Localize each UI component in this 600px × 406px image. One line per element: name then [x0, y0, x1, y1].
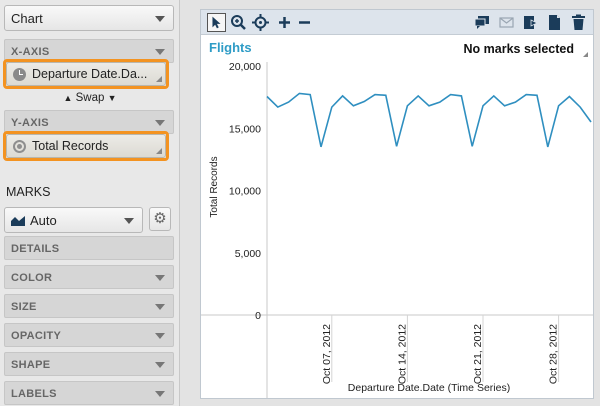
- y-axis-title: Total Records: [209, 156, 220, 217]
- chart-type-dropdown[interactable]: Chart: [4, 5, 174, 31]
- data-point[interactable]: [590, 121, 592, 123]
- size-section[interactable]: SIZE: [4, 294, 174, 318]
- data-point[interactable]: [525, 94, 527, 96]
- resize-handle-icon: [583, 52, 588, 57]
- x-axis-highlight: [3, 59, 169, 89]
- size-label: SIZE: [11, 301, 37, 313]
- x-axis-label: X-AXIS: [11, 46, 50, 58]
- data-point[interactable]: [352, 105, 354, 107]
- marks-heading: MARKS: [6, 185, 51, 199]
- y-tick-label: 10,000: [229, 186, 261, 198]
- x-axis-title: Departure Date.Date (Time Series): [348, 382, 510, 394]
- data-point[interactable]: [504, 105, 506, 107]
- left-panel: Chart X-AXIS Departure Date.Da... ▲ Swap…: [0, 0, 180, 406]
- y-axis-highlight: [3, 131, 169, 161]
- area-chart-icon: [11, 216, 25, 226]
- data-point[interactable]: [558, 105, 560, 107]
- zoom-icon[interactable]: [229, 13, 248, 32]
- swap-button[interactable]: ▲ Swap ▼: [0, 92, 180, 104]
- chart-panel: Flights No marks selected 20,000 15,000 10…: [200, 9, 594, 399]
- line-chart[interactable]: 20,00015,00010,0005,0000 Oct 07, 2012 Oct…: [201, 62, 593, 398]
- data-point[interactable]: [482, 105, 484, 107]
- y-axis-label: Y-AXIS: [11, 117, 49, 129]
- data-point[interactable]: [439, 101, 441, 103]
- chevron-down-icon: [155, 49, 165, 55]
- data-point[interactable]: [460, 95, 462, 97]
- trash-icon[interactable]: [569, 13, 588, 32]
- x-tick-label: Oct 28, 2012: [548, 324, 560, 384]
- x-tick-label: Oct 14, 2012: [396, 324, 408, 384]
- data-point[interactable]: [320, 146, 322, 148]
- opacity-section[interactable]: OPACITY: [4, 323, 174, 347]
- details-label: DETAILS: [11, 243, 60, 255]
- gear-icon[interactable]: ⚙: [149, 207, 171, 231]
- y-tick-label: 15,000: [229, 123, 261, 135]
- data-point[interactable]: [547, 146, 549, 148]
- y-tick-label: 0: [255, 310, 261, 322]
- chevron-down-icon: [155, 275, 165, 281]
- data-point[interactable]: [428, 105, 430, 107]
- chevron-down-icon: [155, 391, 165, 397]
- color-section[interactable]: COLOR: [4, 265, 174, 289]
- chevron-down-icon: [124, 218, 134, 224]
- x-axis-ticks: Oct 07, 2012 Oct 14, 2012 Oct 21, 2012 Oct …: [321, 315, 560, 384]
- x-tick-label: Oct 21, 2012: [472, 324, 484, 384]
- data-point[interactable]: [277, 106, 279, 108]
- data-point[interactable]: [363, 100, 365, 102]
- marks-type-dropdown[interactable]: Auto: [4, 207, 143, 233]
- data-point[interactable]: [514, 101, 516, 103]
- details-section[interactable]: DETAILS: [4, 236, 174, 260]
- select-arrow-icon[interactable]: [207, 13, 226, 32]
- data-point[interactable]: [417, 95, 419, 97]
- data-point[interactable]: [536, 94, 538, 96]
- plus-icon[interactable]: [275, 13, 294, 32]
- data-point[interactable]: [450, 94, 452, 96]
- export-icon[interactable]: [521, 13, 540, 32]
- chevron-down-icon: [155, 333, 165, 339]
- data-point[interactable]: [471, 145, 473, 147]
- minus-icon[interactable]: [295, 13, 314, 32]
- data-point[interactable]: [406, 105, 408, 107]
- data-point[interactable]: [385, 94, 387, 96]
- marks-status: No marks selected: [463, 42, 574, 56]
- data-point[interactable]: [288, 101, 290, 103]
- chevron-down-icon: [155, 362, 165, 368]
- pan-icon[interactable]: [251, 13, 270, 32]
- chart-title: Flights: [209, 40, 252, 55]
- data-point[interactable]: [266, 96, 268, 98]
- shape-label: SHAPE: [11, 359, 51, 371]
- data-point[interactable]: [396, 145, 398, 147]
- data-point[interactable]: [298, 92, 300, 94]
- labels-label: LABELS: [11, 388, 57, 400]
- y-tick-label: 20,000: [229, 62, 261, 73]
- data-point[interactable]: [342, 95, 344, 97]
- labels-section[interactable]: LABELS: [4, 381, 174, 405]
- data-point[interactable]: [374, 94, 376, 96]
- chevron-down-icon: [155, 304, 165, 310]
- marks-type-value: Auto: [30, 213, 57, 228]
- chart-toolbar: [201, 10, 593, 35]
- opacity-label: OPACITY: [11, 330, 62, 342]
- color-label: COLOR: [11, 272, 53, 284]
- data-point[interactable]: [331, 106, 333, 108]
- mail-icon[interactable]: [497, 13, 516, 32]
- chevron-down-icon: [155, 16, 165, 22]
- chevron-down-icon: ▼: [107, 93, 117, 103]
- comment-icon[interactable]: [473, 13, 492, 32]
- data-point[interactable]: [309, 94, 311, 96]
- document-icon[interactable]: [545, 13, 564, 32]
- x-tick-label: Oct 07, 2012: [321, 324, 333, 384]
- y-axis-ticks: 20,000 15,000 10,000 5,000 0: [229, 62, 261, 322]
- series-line[interactable]: [266, 92, 592, 148]
- swap-label: Swap: [75, 92, 105, 104]
- y-tick-label: 5,000: [235, 248, 261, 260]
- shape-section[interactable]: SHAPE: [4, 352, 174, 376]
- data-point[interactable]: [568, 96, 570, 98]
- data-point[interactable]: [579, 106, 581, 108]
- chevron-down-icon: [155, 120, 165, 126]
- data-point[interactable]: [493, 95, 495, 97]
- chevron-up-icon: ▲: [63, 93, 73, 103]
- chart-type-value: Chart: [11, 11, 43, 26]
